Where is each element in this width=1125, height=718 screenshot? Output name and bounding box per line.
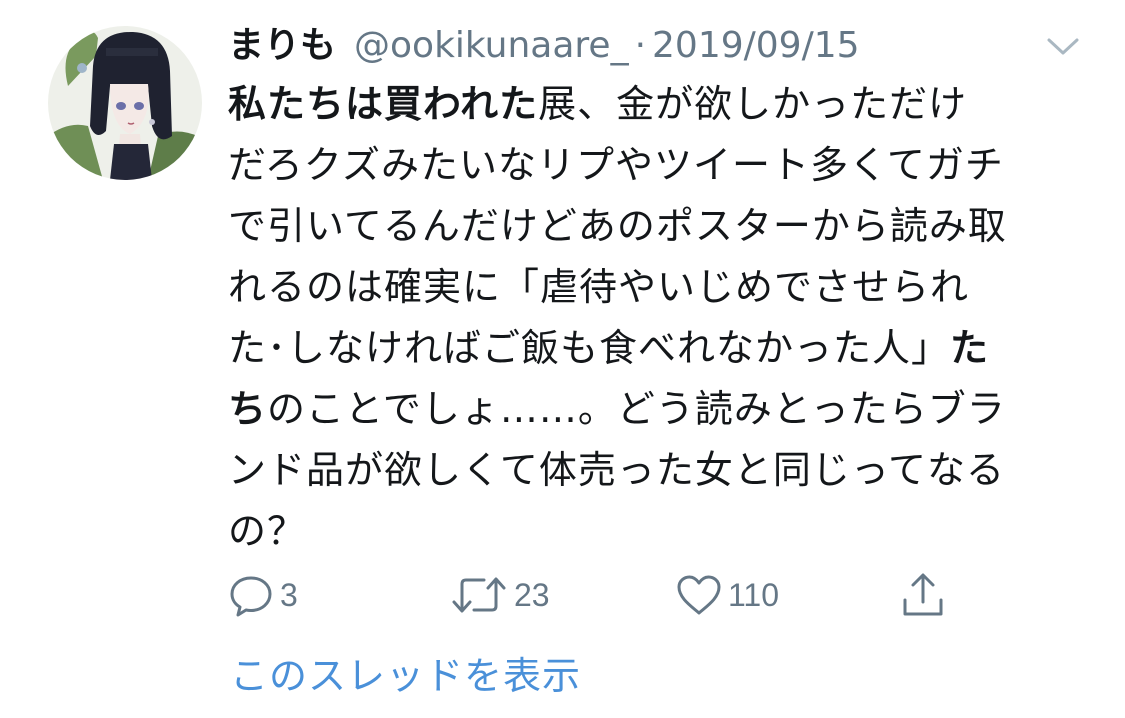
tweet-line: で引いてるんだけどあのポスターから読み取	[228, 204, 1007, 248]
text-span: のことでしょ……。どう読みとったらブラ	[267, 387, 1006, 431]
tweet-line: 私たちは買われた展、金が欲しかっただけ	[228, 74, 1078, 135]
share-button[interactable]	[900, 572, 946, 618]
chevron-down-icon[interactable]	[1046, 36, 1080, 58]
tweet-line: れるのは確実に「虐待やいじめでさせられ	[228, 265, 970, 309]
tweet-line: ちのことでしょ……。どう読みとったらブラ	[228, 379, 1078, 440]
text-span: 展、金が欲しかっただけ	[538, 82, 968, 126]
reply-count: 3	[280, 576, 298, 613]
tweet-header: まりも @ookikunaare_ · 2019/09/15	[228, 20, 860, 72]
tweet-date[interactable]: 2019/09/15	[652, 20, 860, 72]
avatar[interactable]	[48, 26, 202, 180]
like-icon	[677, 575, 721, 615]
author-name[interactable]: まりも	[228, 20, 336, 72]
like-button[interactable]: 110	[676, 572, 779, 618]
tweet-text: 私たちは買われた展、金が欲しかっただけ だろクズみたいなリプやツイート多くてガチ…	[228, 74, 1078, 562]
reply-button[interactable]: 3	[228, 572, 298, 618]
tweet-line: た･しなければご飯も食べれなかった人」た	[228, 318, 1078, 379]
show-thread-link[interactable]: このスレッドを表示	[230, 650, 581, 702]
retweet-count: 23	[514, 576, 550, 613]
tweet-line: ンド品が欲しくて体売った女と同じってなる	[228, 448, 1005, 492]
bold-text: た	[950, 326, 990, 370]
tweet-line: の？	[228, 509, 307, 553]
bold-text: ち	[228, 387, 268, 431]
reply-icon	[230, 576, 272, 617]
tweet-line: だろクズみたいなリプやツイート多くてガチ	[228, 143, 1004, 187]
text-span: た･しなければご飯も食べれなかった人」	[228, 326, 951, 370]
tweet: まりも @ookikunaare_ · 2019/09/15 私たちは買われた展…	[0, 0, 1125, 718]
author-handle[interactable]: @ookikunaare_	[354, 20, 629, 72]
separator-dot: ·	[634, 25, 647, 66]
retweet-icon	[452, 577, 506, 613]
like-count: 110	[728, 576, 780, 613]
share-icon	[903, 573, 943, 616]
bold-text: 私たちは買われた	[228, 82, 539, 126]
retweet-button[interactable]: 23	[450, 572, 550, 618]
